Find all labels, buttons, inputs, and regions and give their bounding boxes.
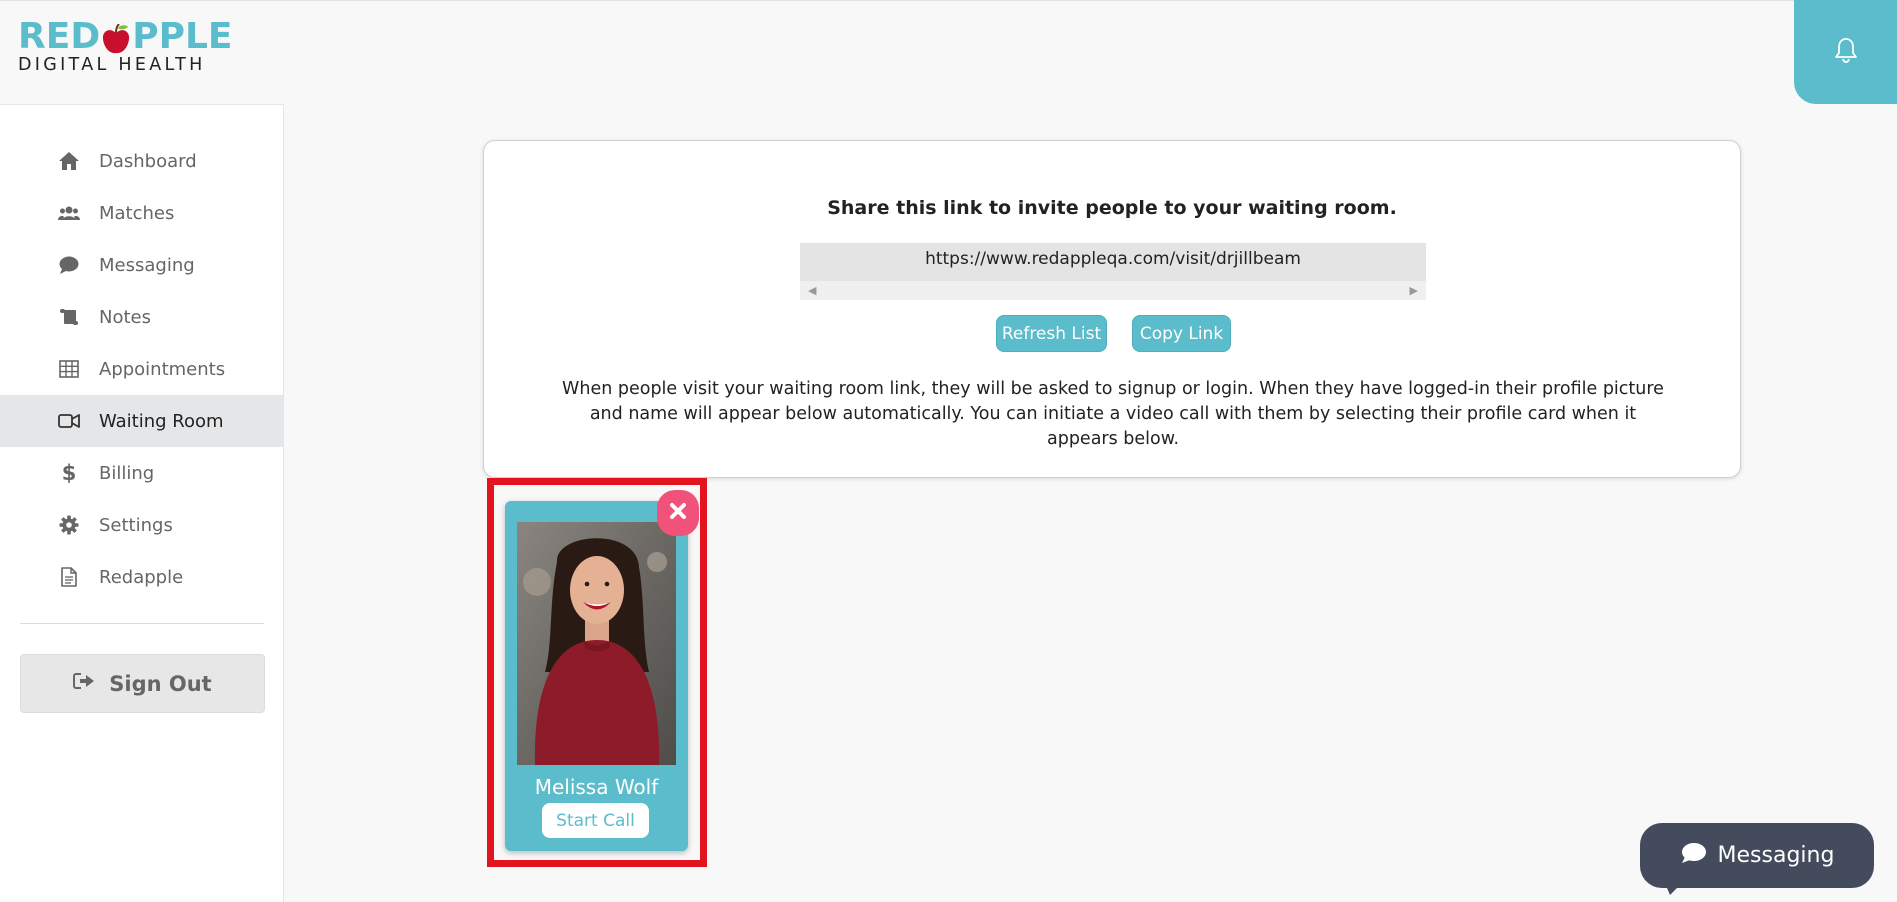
sidebar-item-billing[interactable]: $ Billing	[0, 447, 283, 499]
video-icon	[58, 410, 80, 432]
profile-card[interactable]: Melissa Wolf Start Call	[505, 501, 688, 851]
top-border	[0, 0, 1897, 1]
sign-out-label: Sign Out	[109, 671, 212, 696]
sidebar-item-label: Billing	[99, 462, 155, 484]
sign-out-button[interactable]: Sign Out	[20, 654, 265, 713]
share-link-text[interactable]: https://www.redappleqa.com/visit/drjillb…	[800, 249, 1426, 269]
table-icon	[58, 358, 80, 380]
messaging-button[interactable]: Messaging	[1640, 823, 1874, 895]
sidebar-item-label: Matches	[99, 202, 175, 224]
sign-out-icon	[73, 672, 95, 695]
gear-icon	[58, 514, 80, 536]
sidebar-item-label: Redapple	[99, 566, 184, 588]
share-link-field[interactable]: https://www.redappleqa.com/visit/drjillb…	[800, 243, 1426, 300]
scroll-right-icon[interactable]: ▶	[1410, 284, 1418, 297]
sidebar-divider	[20, 623, 264, 624]
messaging-button-label: Messaging	[1717, 843, 1835, 868]
document-icon	[58, 566, 80, 588]
scroll-left-icon[interactable]: ◀	[808, 284, 816, 297]
logo-text-left: RED	[18, 16, 101, 57]
notifications-button[interactable]	[1794, 0, 1897, 104]
logo-tagline: DIGITAL HEALTH	[18, 55, 206, 75]
remove-profile-button[interactable]	[657, 490, 699, 536]
sidebar-item-waiting-room[interactable]: Waiting Room	[0, 395, 283, 447]
start-call-button[interactable]: Start Call	[542, 803, 649, 838]
close-icon	[669, 502, 687, 525]
sidebar: Dashboard Matches Messaging Notes Appoin…	[0, 104, 284, 902]
scroll-icon	[58, 306, 80, 328]
logo-text-right: PPLE	[132, 16, 233, 57]
sidebar-item-dashboard[interactable]: Dashboard	[0, 135, 283, 187]
sidebar-item-label: Settings	[99, 514, 173, 536]
horizontal-scrollbar[interactable]: ◀ ▶	[800, 281, 1426, 300]
redapple-logo[interactable]: RED PPLE DIGITAL HEALTH	[18, 16, 243, 76]
logo-wordmark: RED PPLE	[18, 16, 243, 57]
sidebar-item-redapple[interactable]: Redapple	[0, 551, 283, 603]
profile-name: Melissa Wolf	[534, 775, 659, 799]
dollar-icon: $	[61, 461, 77, 485]
profile-photo[interactable]	[517, 522, 676, 765]
sidebar-item-appointments[interactable]: Appointments	[0, 343, 283, 395]
apple-icon	[101, 23, 131, 54]
chat-bubble-tail	[1664, 881, 1684, 895]
users-icon	[58, 202, 80, 224]
waiting-room-description: When people visit your waiting room link…	[562, 379, 1664, 449]
home-icon	[58, 150, 80, 172]
sidebar-item-matches[interactable]: Matches	[0, 187, 283, 239]
bell-icon	[1834, 37, 1858, 68]
sidebar-item-notes[interactable]: Notes	[0, 291, 283, 343]
comment-icon	[58, 254, 80, 276]
share-title: Share this link to invite people to your…	[827, 197, 1397, 219]
sidebar-item-settings[interactable]: Settings	[0, 499, 283, 551]
copy-link-button[interactable]: Copy Link	[1132, 315, 1231, 352]
sidebar-item-label: Messaging	[99, 254, 195, 276]
share-link-card: Share this link to invite people to your…	[483, 140, 1741, 478]
sidebar-item-label: Notes	[99, 306, 151, 328]
sidebar-item-label: Waiting Room	[99, 410, 224, 432]
sidebar-item-messaging[interactable]: Messaging	[0, 239, 283, 291]
sidebar-item-label: Appointments	[99, 358, 226, 380]
sidebar-item-label: Dashboard	[99, 150, 197, 172]
refresh-list-button[interactable]: Refresh List	[996, 315, 1107, 352]
comment-icon	[1680, 842, 1706, 869]
